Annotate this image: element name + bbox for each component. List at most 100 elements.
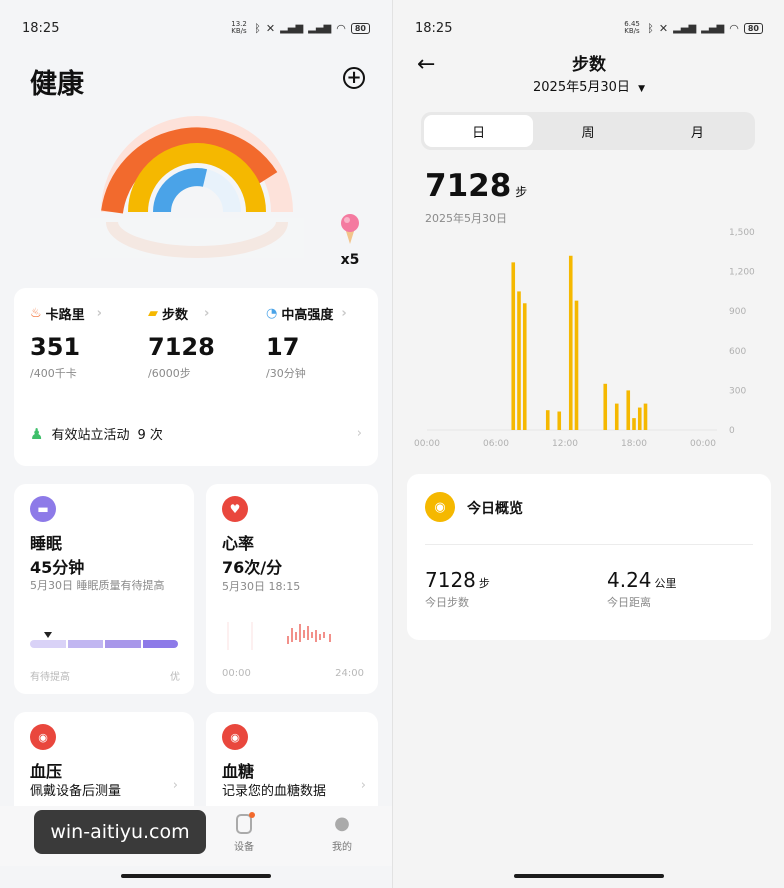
health-home-screen: 18:25 13.2 KB/s ᛒ ✕ ▂▄▆ ▂▄▆ ◠ 80 健康 + x5… [0,0,392,888]
y-tick-label: 300 [729,386,746,396]
metric-calories[interactable]: ♨ 卡路里 › 351 /400千卡 [30,304,140,381]
step-bar[interactable] [614,403,619,430]
y-tick-label: 600 [729,347,746,357]
sleep-scale-high: 优 [170,672,180,683]
step-bar[interactable] [557,411,562,430]
battery-icon: 80 [350,22,370,34]
bluetooth-icon: ᛒ [647,21,654,35]
total-steps-unit: 步 [515,185,528,199]
nav-device[interactable]: 设备 [222,812,266,853]
step-bar[interactable] [568,255,573,430]
signal-icon: ▂▄▆ [280,22,304,34]
x-tick-label: 12:00 [552,439,578,449]
watermark: win-aitiyu.com [34,810,206,854]
sleep-level-marker [44,632,52,638]
reward-count: x5 [340,252,360,268]
wifi-icon: ◠ [729,21,739,35]
metric-steps-goal: /6000步 [148,367,191,380]
page-title: 健康 [30,69,84,100]
droplet-icon: ◉ [230,730,240,744]
bp-title: 血压 [30,762,63,781]
metric-calories-goal: /400千卡 [30,367,77,380]
wifi-icon: ◠ [336,21,346,35]
overview-distance-label: 今日距离 [607,596,651,609]
tab-week-label: 周 [581,125,595,141]
notification-dot [249,812,255,818]
step-bar[interactable] [545,410,550,430]
overview-divider [425,544,753,545]
glucose-title: 血糖 [222,762,255,781]
nav-profile[interactable]: ● 我的 [320,814,364,854]
overview-distance-value: 4.24 [607,568,652,592]
status-time: 18:25 [415,20,453,36]
y-tick-label: 1,500 [729,228,755,238]
metric-steps[interactable]: ▰ 步数 › 7128 /6000步 [148,304,258,381]
chevron-right-icon: › [360,778,366,793]
person-icon: ♟ [30,424,44,443]
heart-rate-value: 76次/分 [222,558,283,577]
status-time: 18:25 [22,20,60,36]
date-selector[interactable]: 2025年5月30日 ▼ [393,76,784,95]
flame-icon: ♨ [30,306,42,321]
x-tick-label: 06:00 [483,439,509,449]
step-bar[interactable] [643,403,648,430]
heart-icon-badge: ♥ [222,496,248,522]
step-bar[interactable] [626,390,631,430]
network-speed: 13.2 KB/s [231,20,247,35]
status-bar: 18:25 6.45 KB/s ᛒ ✕ ▂▄▆ ▂▄▆ ◠ 80 [393,0,784,56]
overview-title: 今日概览 [467,501,523,517]
tab-day[interactable]: 日 [424,115,534,147]
heart-rate-time: 5月30日 18:15 [222,580,301,593]
heart-rate-card[interactable]: ♥ 心率 76次/分 5月30日 18:15 00:00 24:00 [206,484,378,694]
step-bar[interactable] [522,303,527,430]
tab-day-label: 日 [472,125,486,141]
daily-summary-card[interactable]: ♨ 卡路里 › 351 /400千卡 ▰ 步数 › 7128 /6000步 ◔ … [14,288,378,466]
home-indicator [514,874,664,878]
chevron-right-icon: › [172,778,178,793]
bp-icon-badge: ◉ [30,724,56,750]
metric-steps-value: 7128 [148,333,215,361]
standing-activity-row[interactable]: ♟ 有效站立活动 9 次 › [30,424,362,444]
heart-axis-start: 00:00 [222,668,251,679]
tab-week[interactable]: 周 [533,115,642,147]
plus-icon: + [346,67,362,88]
total-steps: 7128 步 [425,168,527,204]
bed-icon: ▬ [37,502,49,516]
glucose-subtitle: 记录您的血糖数据 [222,784,327,799]
chevron-right-icon: › [204,306,210,321]
sleep-scale-low: 有待提高 [30,672,70,683]
network-speed: 6.45 KB/s [624,20,640,35]
metric-intensity-value: 17 [266,333,300,361]
y-tick-label: 0 [729,426,735,436]
step-bar[interactable] [603,383,608,430]
x-tick-label: 00:00 [414,439,440,449]
heart-rate-title: 心率 [222,534,255,553]
sleep-icon-badge: ▬ [30,496,56,522]
droplet-icon: ◉ [38,730,48,744]
steps-chart[interactable]: 1,500 1,200 900 600 300 0 00:00 06:00 12:00 18:00… [403,222,773,452]
tab-month[interactable]: 月 [643,115,752,147]
status-icons: 6.45 KB/s ᛒ ✕ ▂▄▆ ▂▄▆ ◠ 80 [624,21,763,35]
heart-axis-end: 24:00 [335,668,364,679]
chevron-right-icon: › [341,306,347,321]
sleep-title: 睡眠 [30,534,63,553]
overview-steps-label: 今日步数 [425,596,469,609]
step-bar[interactable] [517,291,521,430]
standing-activity-count: 9 次 [137,428,163,443]
sleep-note: 5月30日 睡眠质量有待提高 [30,579,165,592]
metric-calories-value: 351 [30,333,81,361]
reward-badge[interactable]: x5 [330,210,370,268]
shoe-icon: ▰ [148,306,158,321]
step-bar[interactable] [574,300,579,430]
step-bar[interactable] [632,418,636,430]
step-bar[interactable] [511,262,516,430]
sleep-card[interactable]: ▬ 睡眠 45分钟 5月30日 睡眠质量有待提高 有待提高 优 [14,484,194,694]
signal-icon-2: ▂▄▆ [308,22,332,34]
add-button[interactable]: + [343,67,365,89]
step-bar[interactable] [637,407,642,430]
total-steps-value: 7128 [425,168,512,204]
metric-intensity[interactable]: ◔ 中高强度 › 17 /30分钟 [266,304,376,381]
steps-detail-screen: 18:25 6.45 KB/s ᛒ ✕ ▂▄▆ ▂▄▆ ◠ 80 ← 步数 20… [392,0,784,888]
signal-icon: ▂▄▆ [673,22,697,34]
home-indicator [121,874,271,878]
